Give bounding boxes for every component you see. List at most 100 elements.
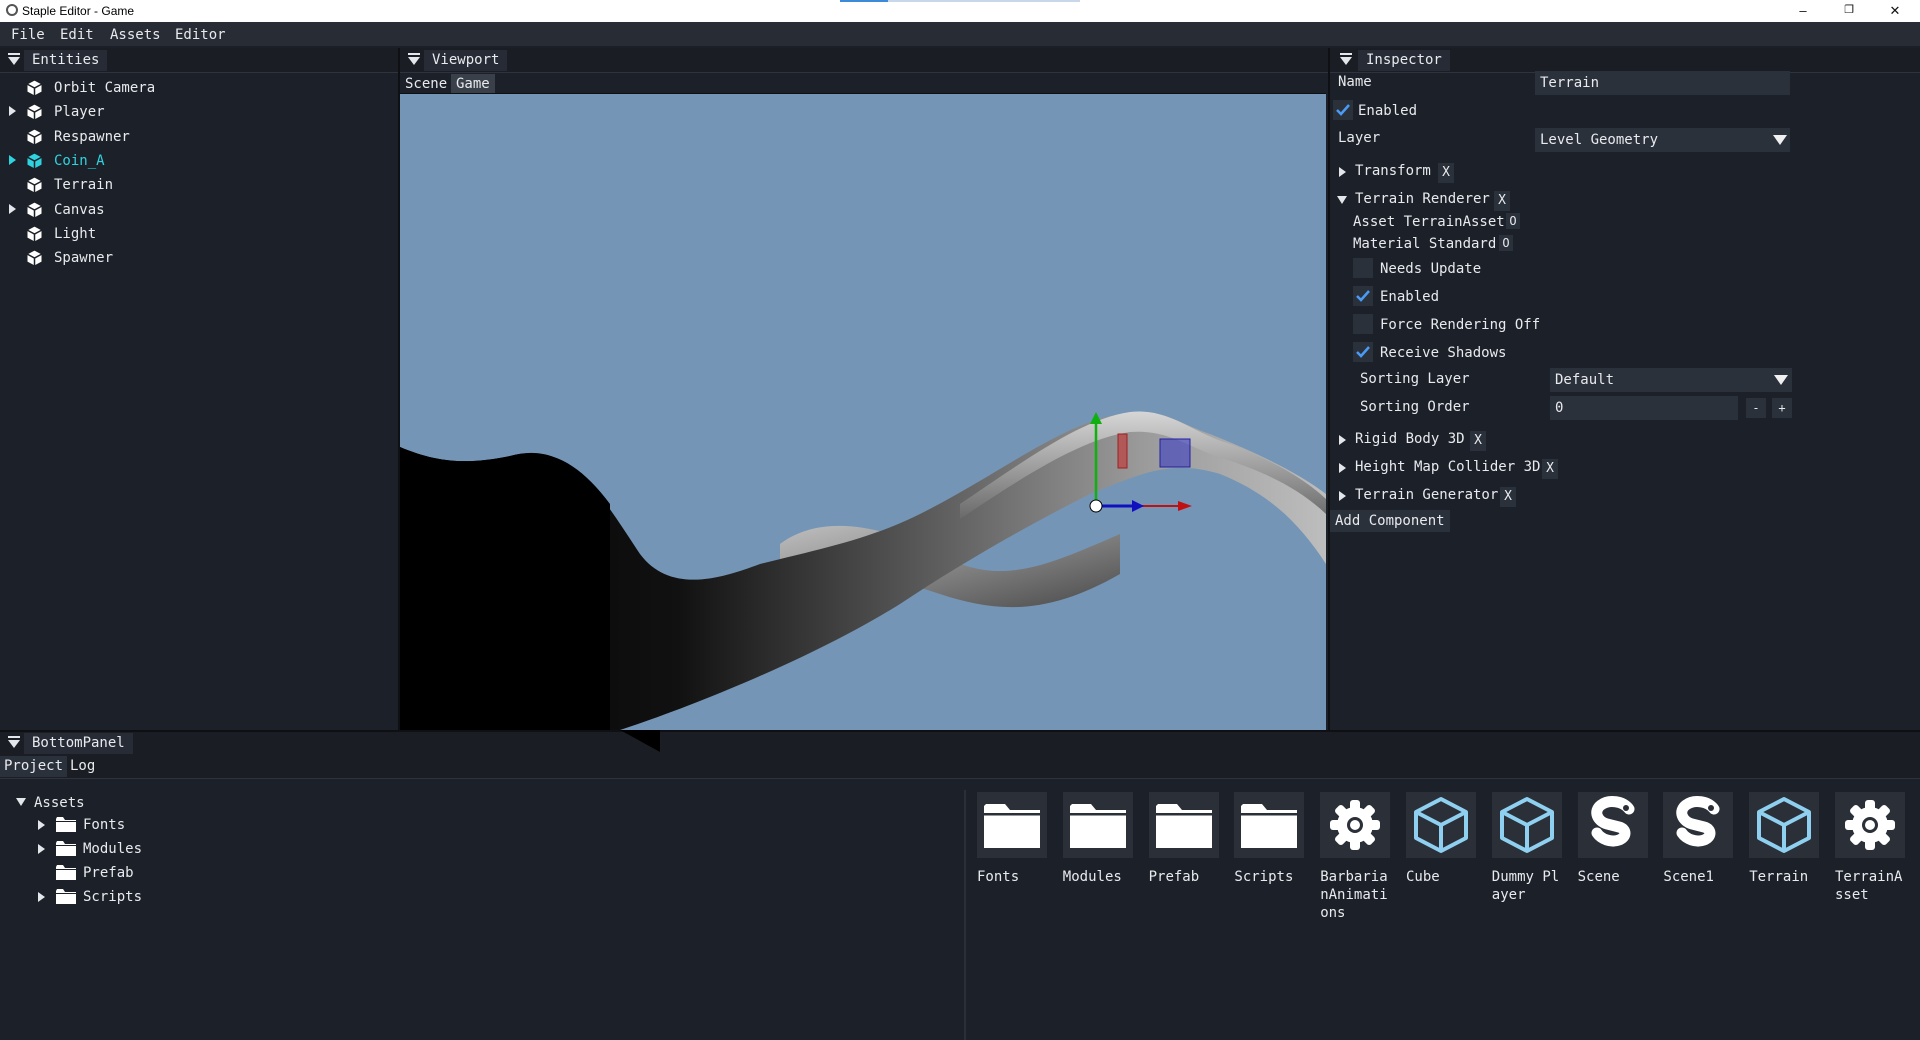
checkbox-label: Receive Shadows [1380, 345, 1507, 361]
entity-item[interactable]: Orbit Camera [0, 76, 398, 100]
expand-arrow-icon[interactable] [1339, 463, 1346, 473]
menu-assets[interactable]: Assets [110, 27, 161, 43]
collapse-icon[interactable] [406, 53, 422, 67]
project-splitter[interactable] [964, 790, 966, 1040]
add-component-button[interactable]: Add Component [1330, 510, 1450, 532]
entity-label: Terrain [54, 177, 114, 194]
panel-splitter[interactable] [398, 48, 400, 730]
window-title: Staple Editor - Game [22, 4, 135, 18]
component-header[interactable]: Terrain Renderer [1355, 191, 1490, 207]
remove-component-button[interactable]: X [1494, 191, 1510, 211]
entity-item[interactable]: Coin_A [0, 149, 398, 173]
asset-name: Dummy Player [1491, 869, 1560, 903]
component-header[interactable]: Rigid Body 3D [1355, 431, 1465, 447]
remove-component-button[interactable]: X [1500, 487, 1516, 507]
subtab-project[interactable]: Project [0, 756, 68, 777]
viewport-canvas[interactable] [400, 94, 1326, 730]
subtab-game[interactable]: Game [451, 74, 495, 94]
staple-logo-icon [1668, 795, 1728, 859]
asset-name: Scripts [1234, 869, 1294, 885]
collapse-icon[interactable] [1338, 53, 1354, 67]
tree-item-label[interactable]: Scripts [83, 889, 142, 905]
expand-arrow-icon[interactable] [1339, 491, 1346, 501]
asset-tile[interactable] [1663, 792, 1734, 859]
folder-icon [1068, 800, 1128, 854]
maximize-button[interactable]: ❐ [1826, 0, 1872, 22]
tree-item-label[interactable]: Modules [83, 841, 142, 857]
checkbox[interactable] [1353, 258, 1373, 278]
remove-component-button[interactable]: X [1542, 459, 1558, 479]
asset-tile[interactable] [1234, 792, 1305, 858]
minimize-button[interactable]: – [1780, 0, 1826, 22]
tab-inspector[interactable]: Inspector [1358, 50, 1450, 71]
name-label: Name [1338, 74, 1372, 90]
expand-arrow-icon[interactable] [38, 820, 45, 830]
sorting-order-label: Sorting Order [1360, 399, 1470, 415]
remove-component-button[interactable]: X [1470, 431, 1486, 451]
checkbox[interactable] [1353, 342, 1373, 362]
cube-icon [26, 152, 43, 170]
remove-component-button[interactable]: X [1438, 163, 1454, 183]
panel-splitter[interactable] [1328, 48, 1330, 730]
menu-file[interactable]: File [11, 27, 45, 43]
entity-item[interactable]: Spawner [0, 246, 398, 270]
asset-tile[interactable] [1749, 792, 1820, 858]
tree-item-label[interactable]: Fonts [83, 817, 125, 833]
component-header[interactable]: Terrain Generator [1355, 487, 1498, 503]
asset-tile[interactable] [1148, 792, 1219, 858]
entity-item[interactable]: Canvas [0, 198, 398, 222]
sorting-order-increment-button[interactable]: + [1772, 398, 1792, 418]
entity-item[interactable]: Terrain [0, 173, 398, 197]
material-picker-button[interactable]: O [1499, 235, 1513, 251]
asset-tile[interactable] [1062, 792, 1133, 858]
folder-icon [56, 889, 76, 904]
subtab-log[interactable]: Log [66, 756, 99, 777]
close-button[interactable]: ✕ [1872, 0, 1918, 22]
component-header[interactable]: Height Map Collider 3D [1355, 459, 1540, 475]
asset-tile[interactable] [1577, 792, 1648, 858]
tree-root-label[interactable]: Assets [34, 795, 85, 811]
expand-arrow-icon[interactable] [9, 154, 16, 165]
expand-arrow-icon[interactable] [9, 106, 16, 117]
expand-arrow-icon[interactable] [1339, 167, 1346, 177]
entity-item[interactable]: Light [0, 222, 398, 246]
checkbox[interactable] [1353, 286, 1373, 306]
asset-tile[interactable] [1406, 792, 1476, 858]
sorting-order-input[interactable]: 0 [1550, 396, 1738, 420]
collapse-icon[interactable] [6, 53, 22, 67]
layer-dropdown[interactable]: Level Geometry [1535, 128, 1790, 152]
expand-arrow-icon[interactable] [38, 844, 45, 854]
entity-label: Spawner [54, 250, 114, 267]
expand-arrow-icon[interactable] [38, 892, 45, 902]
tree-item-label[interactable]: Prefab [83, 865, 134, 881]
asset-tile[interactable] [977, 792, 1047, 858]
expand-arrow-icon[interactable] [1339, 435, 1346, 445]
entity-item[interactable]: Player [0, 100, 398, 124]
component-header[interactable]: Transform [1355, 163, 1431, 179]
sorting-order-decrement-button[interactable]: - [1746, 398, 1766, 418]
asset-picker-button[interactable]: O [1506, 213, 1520, 229]
subtab-scene[interactable]: Scene [400, 74, 452, 94]
tab-bottom-panel[interactable]: BottomPanel [24, 733, 133, 754]
checkbox[interactable] [1353, 314, 1373, 334]
layer-label: Layer [1338, 130, 1381, 146]
name-input[interactable]: Terrain [1535, 71, 1790, 95]
cube-icon [26, 176, 43, 194]
tab-entities[interactable]: Entities [24, 50, 108, 71]
menu-editor[interactable]: Editor [175, 27, 226, 43]
tab-viewport[interactable]: Viewport [424, 50, 508, 71]
collapse-arrow-icon[interactable] [1337, 196, 1347, 204]
folder-icon [982, 800, 1042, 854]
enabled-checkbox[interactable] [1333, 100, 1353, 120]
asset-tile[interactable] [1320, 792, 1391, 858]
asset-tile[interactable] [1491, 792, 1562, 858]
asset-tile[interactable] [1835, 792, 1905, 858]
collapse-icon[interactable] [6, 736, 22, 750]
collapse-arrow-icon[interactable] [16, 798, 26, 806]
menu-edit[interactable]: Edit [60, 27, 94, 43]
expand-arrow-icon[interactable] [9, 203, 16, 214]
entity-item[interactable]: Respawner [0, 125, 398, 149]
terrain-render [400, 411, 1326, 730]
sorting-layer-dropdown[interactable]: Default [1550, 368, 1792, 392]
cube-icon [26, 103, 43, 121]
